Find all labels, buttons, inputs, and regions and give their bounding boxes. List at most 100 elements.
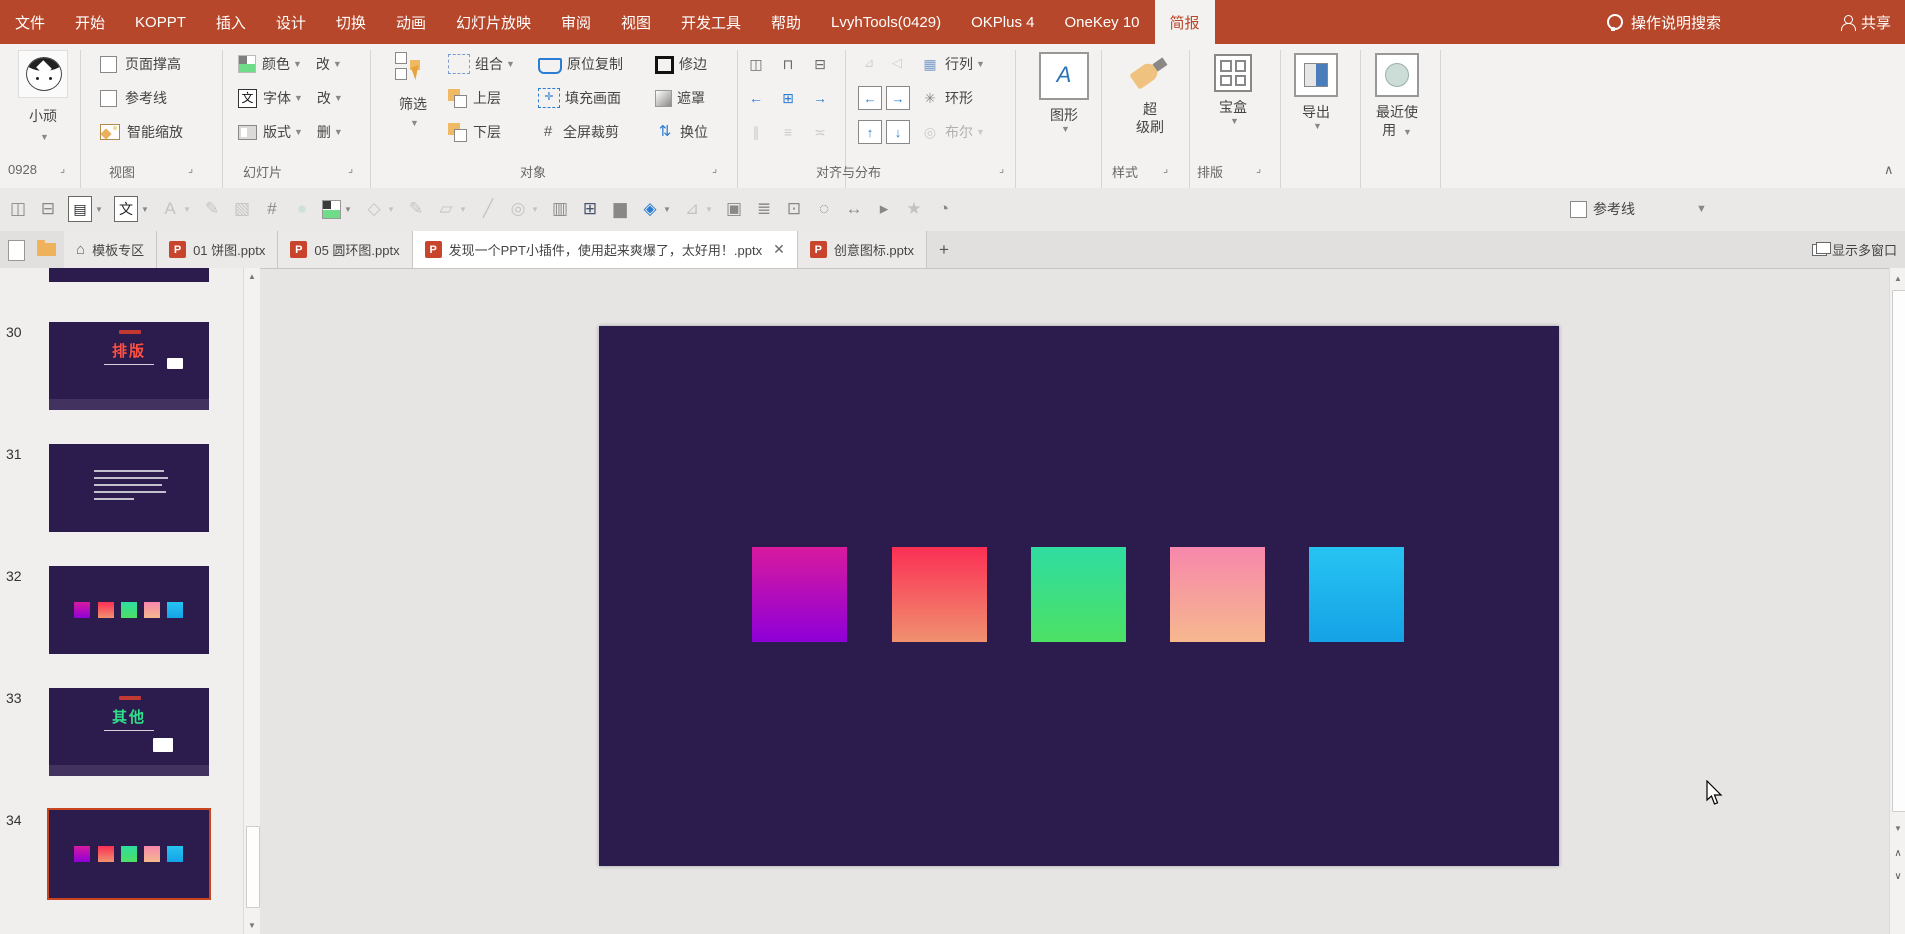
chevron-down-icon[interactable]: ▼	[334, 93, 343, 103]
zoom-level-icon[interactable]: ◔	[934, 194, 954, 224]
document-tab[interactable]: ⌂ 模板专区	[64, 231, 158, 268]
menu-tab-切换[interactable]: 切换	[321, 0, 381, 44]
menu-tab-开发工具[interactable]: 开发工具	[666, 0, 756, 44]
ribbon-button-修边[interactable]: 修边	[655, 52, 707, 76]
dialog-launcher-icon[interactable]: ⌟	[999, 162, 1004, 175]
document-tab[interactable]: P 发现一个PPT小插件，使用起来爽爆了，太好用！.pptx ✕	[412, 231, 798, 268]
center-align-icon[interactable]: ⊞	[776, 86, 800, 110]
slide-thumbnail-32[interactable]	[49, 566, 209, 654]
shapes-button[interactable]: A 图形 ▼	[1025, 48, 1103, 182]
dialog-launcher-icon[interactable]: ⌟	[348, 162, 353, 175]
ribbon-item-guides[interactable]: 参考线	[100, 86, 167, 110]
ribbon-button-组合[interactable]: 组合 ▼	[448, 52, 515, 76]
chevron-down-icon[interactable]: ▼	[294, 93, 303, 103]
menu-tab-帮助[interactable]: 帮助	[756, 0, 816, 44]
move-right-icon[interactable]: →	[886, 86, 910, 110]
tell-me-search[interactable]: 操作说明搜索	[1631, 12, 1721, 33]
chevron-down-icon[interactable]: ▼	[344, 205, 352, 214]
move-up-icon[interactable]: ↑	[858, 120, 882, 144]
dialog-launcher-icon[interactable]: ⌟	[188, 162, 193, 175]
panel-scrollbar-thumb[interactable]	[246, 826, 260, 908]
scroll-up-icon[interactable]: ▲	[1890, 270, 1905, 287]
menu-tab-审阅[interactable]: 审阅	[546, 0, 606, 44]
ribbon-item-page-height[interactable]: 页面撑高	[100, 52, 181, 76]
ribbon-button-原位复制[interactable]: 原位复制	[538, 52, 623, 76]
top-align-icon[interactable]: ⊓	[776, 52, 800, 76]
menu-tab-LvyhTools(0429)[interactable]: LvyhTools(0429)	[816, 0, 956, 44]
menu-tab-开始[interactable]: 开始	[60, 0, 120, 44]
avatar-button[interactable]: 小顽 ▼	[14, 50, 72, 142]
color-button[interactable]: 颜色	[262, 54, 290, 74]
recent-button[interactable]: 最近使用 ▼	[1358, 48, 1436, 182]
menu-tab-文件[interactable]: 文件	[0, 0, 60, 44]
menu-tab-设计[interactable]: 设计	[261, 0, 321, 44]
menu-tab-简报[interactable]: 简报	[1154, 0, 1215, 44]
scroll-up-icon[interactable]: ▲	[244, 268, 260, 285]
guides-checkbox[interactable]	[100, 89, 117, 107]
qat-guides-toggle[interactable]: 参考线	[1570, 194, 1635, 224]
main-scrollbar[interactable]: ▲ ▼ ∧ ∨	[1889, 268, 1905, 934]
align-objects-middle-icon[interactable]: ⊟	[38, 194, 58, 224]
gradient-square-cyan[interactable]	[1309, 547, 1404, 642]
collapse-ribbon-button[interactable]: ∧	[1884, 162, 1894, 178]
shape-ellipse-icon[interactable]: ●	[292, 194, 312, 224]
ribbon-button-上层[interactable]: 上层	[448, 86, 501, 110]
ribbon-button-下层[interactable]: 下层	[448, 120, 501, 144]
ribbon-button-填充画面[interactable]: ✛ 填充画面	[538, 86, 621, 110]
layout-modify-button[interactable]: 删	[317, 122, 331, 142]
chevron-down-icon[interactable]: ▼	[293, 59, 302, 69]
merge-shapes-icon[interactable]: ◈ ▼	[640, 194, 671, 224]
gradient-square-red[interactable]	[892, 547, 987, 642]
show-multi-window-button[interactable]: 显示多窗口	[1811, 231, 1897, 268]
chevron-down-icon[interactable]: ▼	[1028, 124, 1103, 134]
share-button[interactable]: 共享	[1861, 12, 1891, 33]
scroll-down-icon[interactable]: ▼	[244, 917, 260, 934]
font-modify-button[interactable]: 改	[317, 88, 331, 108]
left-align-icon[interactable]: ←	[744, 86, 768, 110]
slide-thumbnail-34[interactable]	[47, 808, 211, 900]
new-document-icon[interactable]	[8, 240, 25, 261]
distribute-columns-icon[interactable]: ▥	[550, 194, 570, 224]
menu-tab-视图[interactable]: 视图	[606, 0, 666, 44]
slide-thumbnail-33[interactable]: 其他	[49, 688, 209, 776]
chevron-down-icon[interactable]: ▼	[334, 127, 343, 137]
chevron-down-icon[interactable]: ▼	[663, 205, 671, 214]
ribbon-button-遮罩[interactable]: 遮罩	[655, 86, 705, 110]
close-tab-icon[interactable]: ✕	[773, 241, 785, 258]
panel-scrollbar[interactable]: ▲ ▼	[243, 268, 260, 934]
color-modify-button[interactable]: 改	[316, 54, 330, 74]
chevron-down-icon[interactable]: ▼	[506, 59, 515, 69]
dialog-launcher-icon[interactable]: ⌟	[712, 162, 717, 175]
chevron-down-icon[interactable]: ▼	[1197, 116, 1272, 126]
chevron-down-icon[interactable]: ▼	[976, 59, 985, 69]
theme-color-swatch-icon[interactable]: ▼	[322, 194, 352, 224]
vertical-center-align-icon[interactable]: ⊟	[808, 52, 832, 76]
horizontal-center-align-icon[interactable]: ◫	[744, 52, 768, 76]
menu-tab-插入[interactable]: 插入	[201, 0, 261, 44]
export-button[interactable]: 导出 ▼	[1277, 48, 1355, 182]
slide-thumbnail-30[interactable]: 排版	[49, 322, 209, 410]
document-tab[interactable]: P 01 饼图.pptx	[157, 231, 279, 268]
right-align-icon[interactable]: →	[808, 86, 832, 110]
next-slide-button[interactable]: ∨	[1890, 868, 1905, 885]
chevron-down-icon[interactable]: ▼	[333, 59, 342, 69]
ribbon-item-smart-zoom[interactable]: 智能缩放	[100, 120, 183, 144]
gradient-square-magenta[interactable]	[752, 547, 847, 642]
gradient-square-pink[interactable]	[1170, 547, 1265, 642]
slide-29-partial-thumbnail[interactable]	[49, 268, 209, 282]
chart-icon[interactable]: ▆	[610, 194, 630, 224]
toolbar-overflow-button[interactable]: ▼	[1696, 194, 1707, 224]
resize-icon[interactable]: ↔	[844, 194, 864, 224]
guides-checkbox[interactable]	[1570, 200, 1587, 218]
table-style-icon[interactable]: ⊞	[580, 194, 600, 224]
rotate-icon[interactable]: ◌	[814, 194, 834, 224]
previous-slide-button[interactable]: ∧	[1890, 845, 1905, 862]
slide-thumbnail-31[interactable]	[49, 444, 209, 532]
align-objects-center-icon[interactable]: ◫	[8, 194, 28, 224]
align-text-icon[interactable]: ≣	[754, 194, 774, 224]
scroll-down-icon[interactable]: ▼	[1890, 820, 1905, 837]
copy-format-icon[interactable]: ▣	[724, 194, 744, 224]
chevron-down-icon[interactable]: ▼	[1280, 121, 1355, 131]
menu-tab-KOPPT[interactable]: KOPPT	[120, 0, 201, 44]
menu-tab-动画[interactable]: 动画	[381, 0, 441, 44]
